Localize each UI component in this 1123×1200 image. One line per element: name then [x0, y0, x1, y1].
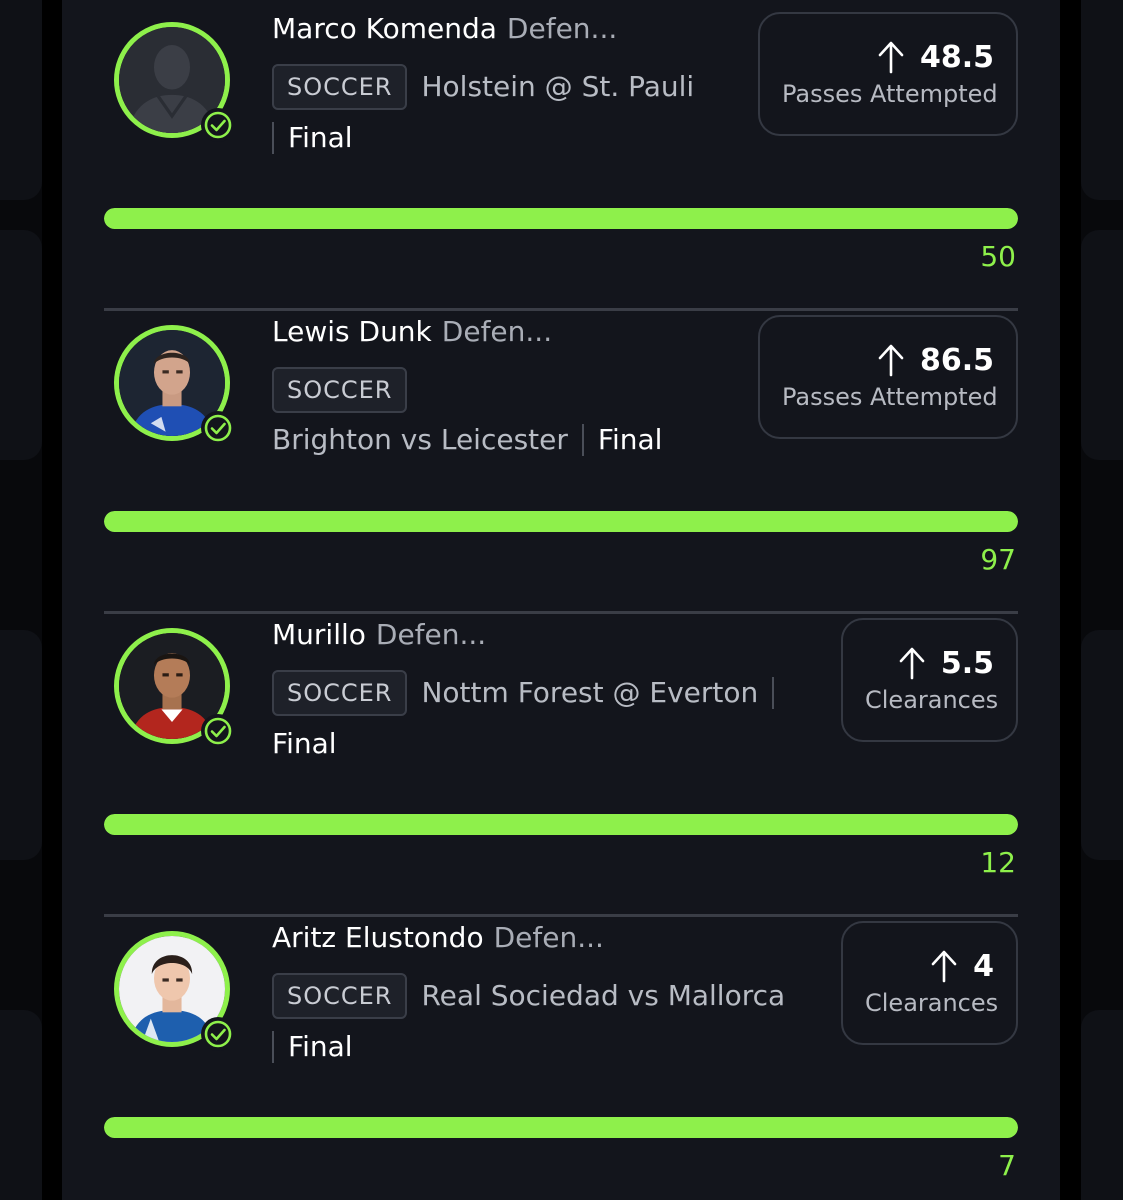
actual-result: 97 — [980, 543, 1016, 576]
game-status: Final — [272, 727, 337, 760]
check-circle-icon — [201, 714, 235, 748]
stat-type: Clearances — [865, 989, 999, 1017]
projection-line: 86.5 — [919, 342, 994, 378]
adjacent-card-right — [1081, 0, 1123, 1200]
player-position: Defen... — [506, 12, 618, 45]
pick-info: Lewis Dunk Defen... SOCCER Brighton vs Le… — [272, 315, 812, 465]
projection-box[interactable]: 4 Clearances — [841, 921, 1018, 1045]
sport-badge: SOCCER — [272, 367, 408, 413]
arrow-up-icon — [878, 41, 904, 74]
pick-info: Marco Komenda Defen... SOCCER Holstein @ S… — [272, 12, 812, 163]
player-position: Defen... — [375, 618, 487, 651]
game-status: Final — [288, 1030, 353, 1063]
check-circle-icon — [201, 108, 235, 142]
pick-row[interactable]: Lewis Dunk Defen... SOCCER Brighton vs Le… — [104, 303, 1018, 614]
entry-picks-panel[interactable]: Marco Komenda Defen... SOCCER Holstein @ S… — [62, 0, 1060, 1200]
stat-type: Clearances — [865, 686, 999, 714]
progress-fill — [104, 814, 1018, 835]
stat-type: Passes Attempted — [782, 80, 998, 108]
separator — [772, 677, 775, 709]
pick-info: Aritz Elustondo Defen... SOCCER Real Socie… — [272, 921, 812, 1072]
progress-fill — [104, 511, 1018, 532]
player-name[interactable]: Lewis Dunk — [272, 315, 432, 348]
projection-line: 48.5 — [919, 39, 994, 75]
pick-info: Murillo Defen... SOCCER Nottm Forest @ Eve… — [272, 618, 812, 769]
actual-result: 7 — [998, 1149, 1016, 1182]
game-status: Final — [597, 423, 663, 456]
actual-result: 12 — [980, 846, 1016, 879]
stat-type: Passes Attempted — [782, 383, 998, 411]
player-position: Defen... — [441, 315, 553, 348]
game-matchup: Real Sociedad vs Mallorca — [421, 979, 786, 1012]
projection-line: 4 — [973, 948, 994, 984]
adjacent-card-left — [0, 0, 42, 1200]
progress-bar — [104, 208, 1018, 229]
progress-fill — [104, 1117, 1018, 1138]
sport-badge: SOCCER — [272, 973, 408, 1019]
sport-badge: SOCCER — [272, 64, 408, 110]
separator — [581, 424, 584, 456]
projection-box[interactable]: 48.5 Passes Attempted — [758, 12, 1018, 136]
player-name[interactable]: Marco Komenda — [272, 12, 497, 45]
projection-box[interactable]: 86.5 Passes Attempted — [758, 315, 1018, 439]
separator — [272, 122, 274, 154]
sport-badge: SOCCER — [272, 670, 408, 716]
projection-line: 5.5 — [940, 645, 994, 681]
game-status: Final — [288, 121, 353, 154]
pick-row[interactable]: Aritz Elustondo Defen... SOCCER Real Socie… — [104, 909, 1018, 1200]
player-name[interactable]: Aritz Elustondo — [272, 921, 484, 954]
player-position: Defen... — [493, 921, 604, 954]
pick-row[interactable]: Murillo Defen... SOCCER Nottm Forest @ Eve… — [104, 606, 1018, 917]
actual-result: 50 — [980, 240, 1016, 273]
projection-box[interactable]: 5.5 Clearances — [841, 618, 1018, 742]
arrow-up-icon — [878, 344, 904, 377]
pick-row[interactable]: Marco Komenda Defen... SOCCER Holstein @ S… — [104, 0, 1018, 311]
progress-bar — [104, 814, 1018, 835]
arrow-up-icon — [931, 950, 957, 983]
game-matchup: Holstein @ St. Pauli — [421, 70, 695, 103]
player-name[interactable]: Murillo — [272, 618, 366, 651]
separator — [272, 1031, 274, 1063]
progress-fill — [104, 208, 1018, 229]
check-circle-icon — [201, 1017, 235, 1051]
progress-bar — [104, 1117, 1018, 1138]
game-matchup: Brighton vs Leicester — [272, 423, 568, 456]
game-matchup: Nottm Forest @ Everton — [421, 676, 759, 709]
progress-bar — [104, 511, 1018, 532]
check-circle-icon — [201, 411, 235, 445]
arrow-up-icon — [899, 647, 925, 680]
